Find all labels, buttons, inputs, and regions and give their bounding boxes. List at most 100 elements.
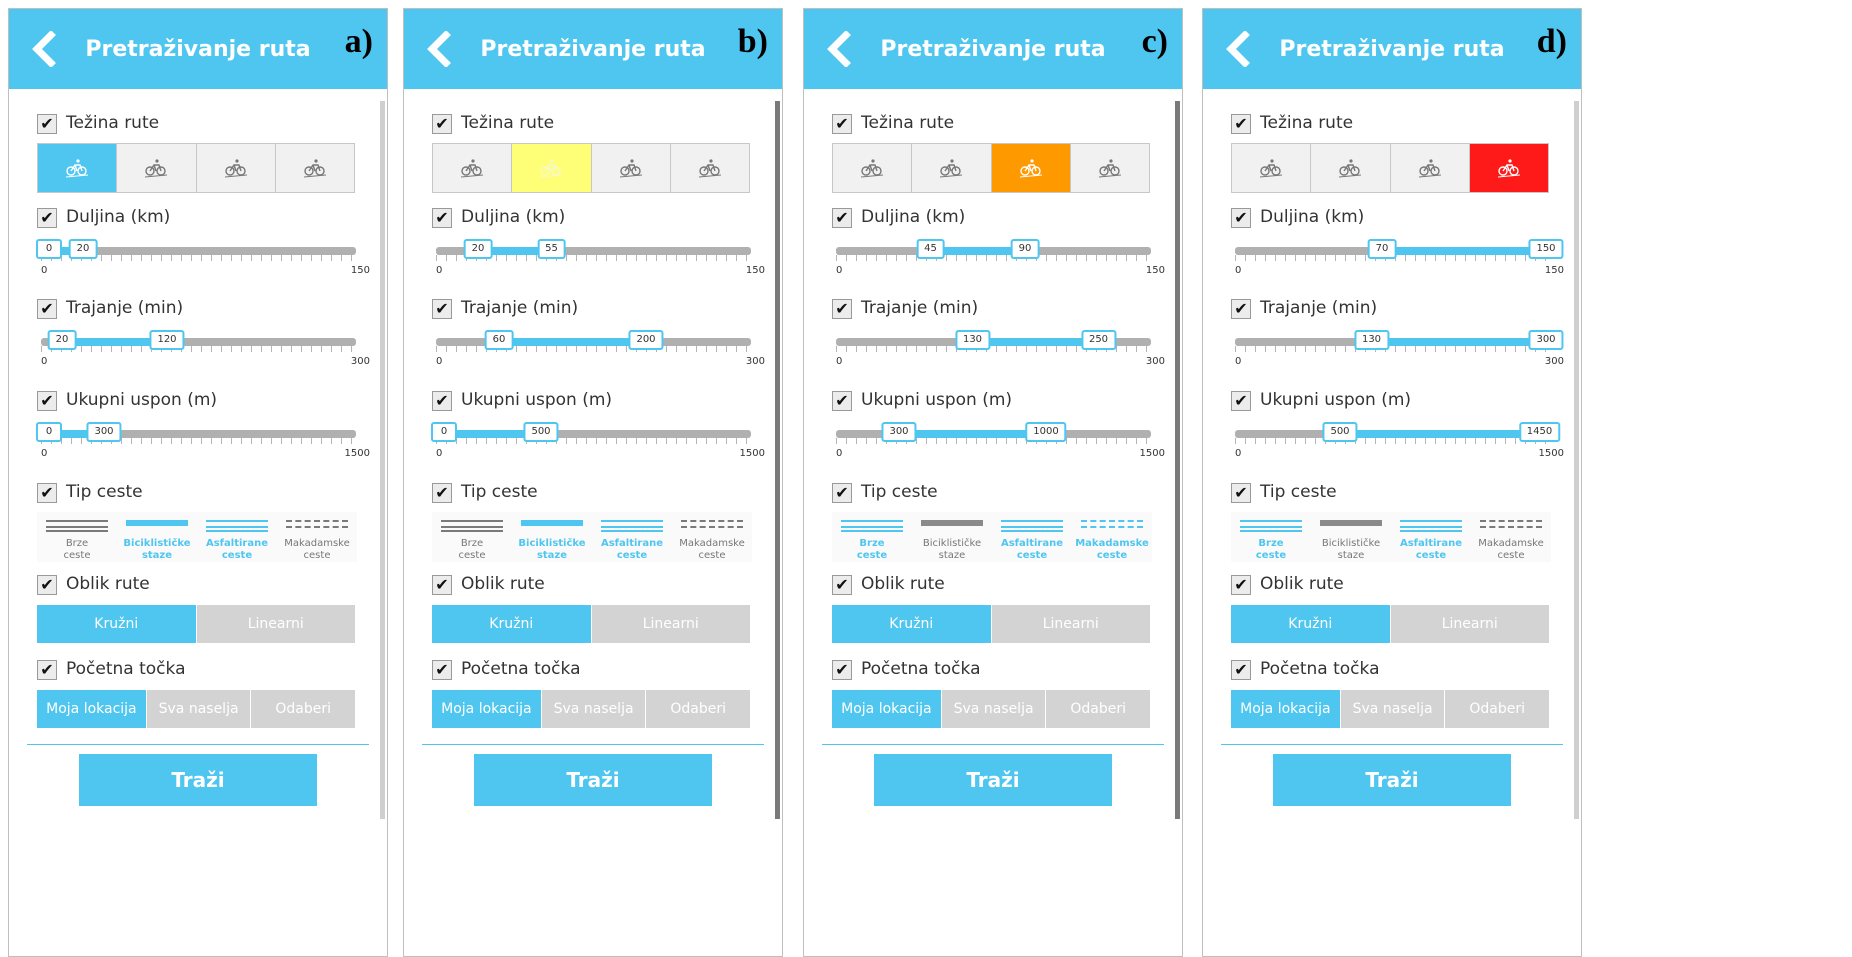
- shape-option[interactable]: Linearni: [1390, 605, 1549, 643]
- length-checkbox[interactable]: ✔: [832, 208, 852, 228]
- slider-handle-high[interactable]: 120: [149, 330, 185, 350]
- slider-handle-high[interactable]: 1000: [1025, 422, 1067, 442]
- length-slider[interactable]: 45 90 0 150: [836, 239, 1165, 283]
- slider-handle-low[interactable]: 60: [484, 330, 514, 350]
- duration-checkbox[interactable]: ✔: [832, 299, 852, 319]
- duration-slider[interactable]: 130 300 0 300: [1235, 330, 1564, 374]
- scrollbar[interactable]: [1574, 101, 1579, 819]
- slider-handle-low[interactable]: 0: [431, 422, 457, 442]
- slider-handle-high[interactable]: 55: [537, 239, 566, 259]
- scrollbar[interactable]: [380, 101, 385, 819]
- difficulty-option[interactable]: [590, 144, 670, 192]
- slider-handle-low[interactable]: 500: [1322, 422, 1358, 442]
- start-option[interactable]: Moja lokacija: [1231, 690, 1341, 728]
- slider-handle-low[interactable]: 70: [1367, 239, 1397, 259]
- slider-handle-high[interactable]: 250: [1080, 330, 1117, 350]
- duration-checkbox[interactable]: ✔: [432, 299, 452, 319]
- slider-handle-high[interactable]: 300: [1528, 330, 1564, 350]
- search-button[interactable]: Traži: [79, 754, 317, 806]
- road-type-option[interactable]: Brze ceste: [832, 512, 912, 562]
- difficulty-option[interactable]: [195, 144, 275, 192]
- road-type-option[interactable]: Brze ceste: [1231, 512, 1311, 562]
- difficulty-option[interactable]: [1069, 144, 1149, 192]
- start-option[interactable]: Odaberi: [1046, 690, 1150, 728]
- shape-option[interactable]: Linearni: [991, 605, 1150, 643]
- road-type-option[interactable]: Asfaltirane ceste: [197, 512, 277, 562]
- difficulty-checkbox[interactable]: ✔: [832, 114, 852, 134]
- length-checkbox[interactable]: ✔: [432, 208, 452, 228]
- slider-handle-high[interactable]: 200: [628, 330, 664, 350]
- slider-handle-high[interactable]: 1450: [1518, 422, 1561, 442]
- slider-handle-low[interactable]: 45: [916, 239, 945, 259]
- start-toggle[interactable]: Moja lokacija Sva naselja Odaberi: [432, 690, 750, 728]
- ascent-slider[interactable]: 0 300 0 1500: [36, 422, 370, 466]
- road-type-option[interactable]: Makadamske ceste: [1072, 512, 1152, 562]
- difficulty-checkbox[interactable]: ✔: [37, 114, 57, 134]
- road-type-checkbox[interactable]: ✔: [432, 483, 452, 503]
- scrollbar[interactable]: [1175, 101, 1180, 819]
- shape-checkbox[interactable]: ✔: [832, 575, 852, 595]
- slider-handle-high[interactable]: 500: [523, 422, 559, 442]
- ascent-checkbox[interactable]: ✔: [432, 391, 452, 411]
- start-option[interactable]: Moja lokacija: [832, 690, 942, 728]
- road-type-option[interactable]: Brze ceste: [432, 512, 512, 562]
- search-button[interactable]: Traži: [474, 754, 712, 806]
- slider-handle-low[interactable]: 300: [881, 422, 917, 442]
- road-type-option[interactable]: Asfaltirane ceste: [992, 512, 1072, 562]
- ascent-slider[interactable]: 500 1450 0 1500: [1235, 422, 1564, 466]
- road-type-option[interactable]: Biciklističke staze: [512, 512, 592, 562]
- start-checkbox[interactable]: ✔: [1231, 660, 1251, 680]
- shape-checkbox[interactable]: ✔: [432, 575, 452, 595]
- start-option[interactable]: Odaberi: [1445, 690, 1549, 728]
- length-checkbox[interactable]: ✔: [1231, 208, 1251, 228]
- start-option[interactable]: Sva naselja: [1340, 690, 1446, 728]
- difficulty-option[interactable]: [1468, 144, 1548, 192]
- start-option[interactable]: Odaberi: [646, 690, 750, 728]
- ascent-checkbox[interactable]: ✔: [1231, 391, 1251, 411]
- slider-handle-low[interactable]: 130: [1353, 330, 1390, 350]
- duration-checkbox[interactable]: ✔: [1231, 299, 1251, 319]
- slider-handle-low[interactable]: 0: [36, 239, 62, 259]
- start-toggle[interactable]: Moja lokacija Sva naselja Odaberi: [37, 690, 355, 728]
- shape-option[interactable]: Kružni: [37, 605, 197, 643]
- road-type-option[interactable]: Asfaltirane ceste: [592, 512, 672, 562]
- start-option[interactable]: Odaberi: [251, 690, 355, 728]
- difficulty-checkbox[interactable]: ✔: [1231, 114, 1251, 134]
- shape-option[interactable]: Kružni: [832, 605, 992, 643]
- slider-handle-low[interactable]: 20: [463, 239, 493, 259]
- shape-option[interactable]: Linearni: [591, 605, 750, 643]
- difficulty-option[interactable]: [1232, 144, 1311, 192]
- shape-checkbox[interactable]: ✔: [1231, 575, 1251, 595]
- slider-handle-high[interactable]: 150: [1528, 239, 1564, 259]
- length-checkbox[interactable]: ✔: [37, 208, 57, 228]
- shape-toggle[interactable]: Kružni Linearni: [832, 605, 1150, 643]
- duration-slider[interactable]: 20 120 0 300: [41, 330, 370, 374]
- difficulty-option[interactable]: [433, 144, 512, 192]
- ascent-slider[interactable]: 300 1000 0 1500: [836, 422, 1165, 466]
- road-type-selector[interactable]: Brze ceste Biciklističke staze Asfaltirane ce…: [1231, 512, 1551, 562]
- shape-option[interactable]: Linearni: [196, 605, 355, 643]
- shape-option[interactable]: Kružni: [432, 605, 592, 643]
- difficulty-option[interactable]: [833, 144, 912, 192]
- start-option[interactable]: Sva naselja: [541, 690, 647, 728]
- road-type-option[interactable]: Biciklističke staze: [1311, 512, 1391, 562]
- road-type-option[interactable]: Brze ceste: [37, 512, 117, 562]
- difficulty-option[interactable]: [116, 144, 196, 192]
- length-slider[interactable]: 0 20 0 150: [36, 239, 370, 283]
- shape-toggle[interactable]: Kružni Linearni: [432, 605, 750, 643]
- ascent-checkbox[interactable]: ✔: [832, 391, 852, 411]
- search-button[interactable]: Traži: [874, 754, 1112, 806]
- difficulty-selector[interactable]: [1231, 143, 1549, 193]
- ascent-slider[interactable]: 0 500 0 1500: [431, 422, 765, 466]
- start-checkbox[interactable]: ✔: [832, 660, 852, 680]
- slider-handle-low[interactable]: 0: [36, 422, 62, 442]
- start-option[interactable]: Moja lokacija: [432, 690, 542, 728]
- difficulty-selector[interactable]: [432, 143, 750, 193]
- road-type-option[interactable]: Makadamske ceste: [1471, 512, 1551, 562]
- difficulty-selector[interactable]: [37, 143, 355, 193]
- start-option[interactable]: Sva naselja: [941, 690, 1047, 728]
- start-toggle[interactable]: Moja lokacija Sva naselja Odaberi: [1231, 690, 1549, 728]
- slider-handle-low[interactable]: 130: [954, 330, 991, 350]
- shape-toggle[interactable]: Kružni Linearni: [1231, 605, 1549, 643]
- slider-handle-low[interactable]: 20: [47, 330, 77, 350]
